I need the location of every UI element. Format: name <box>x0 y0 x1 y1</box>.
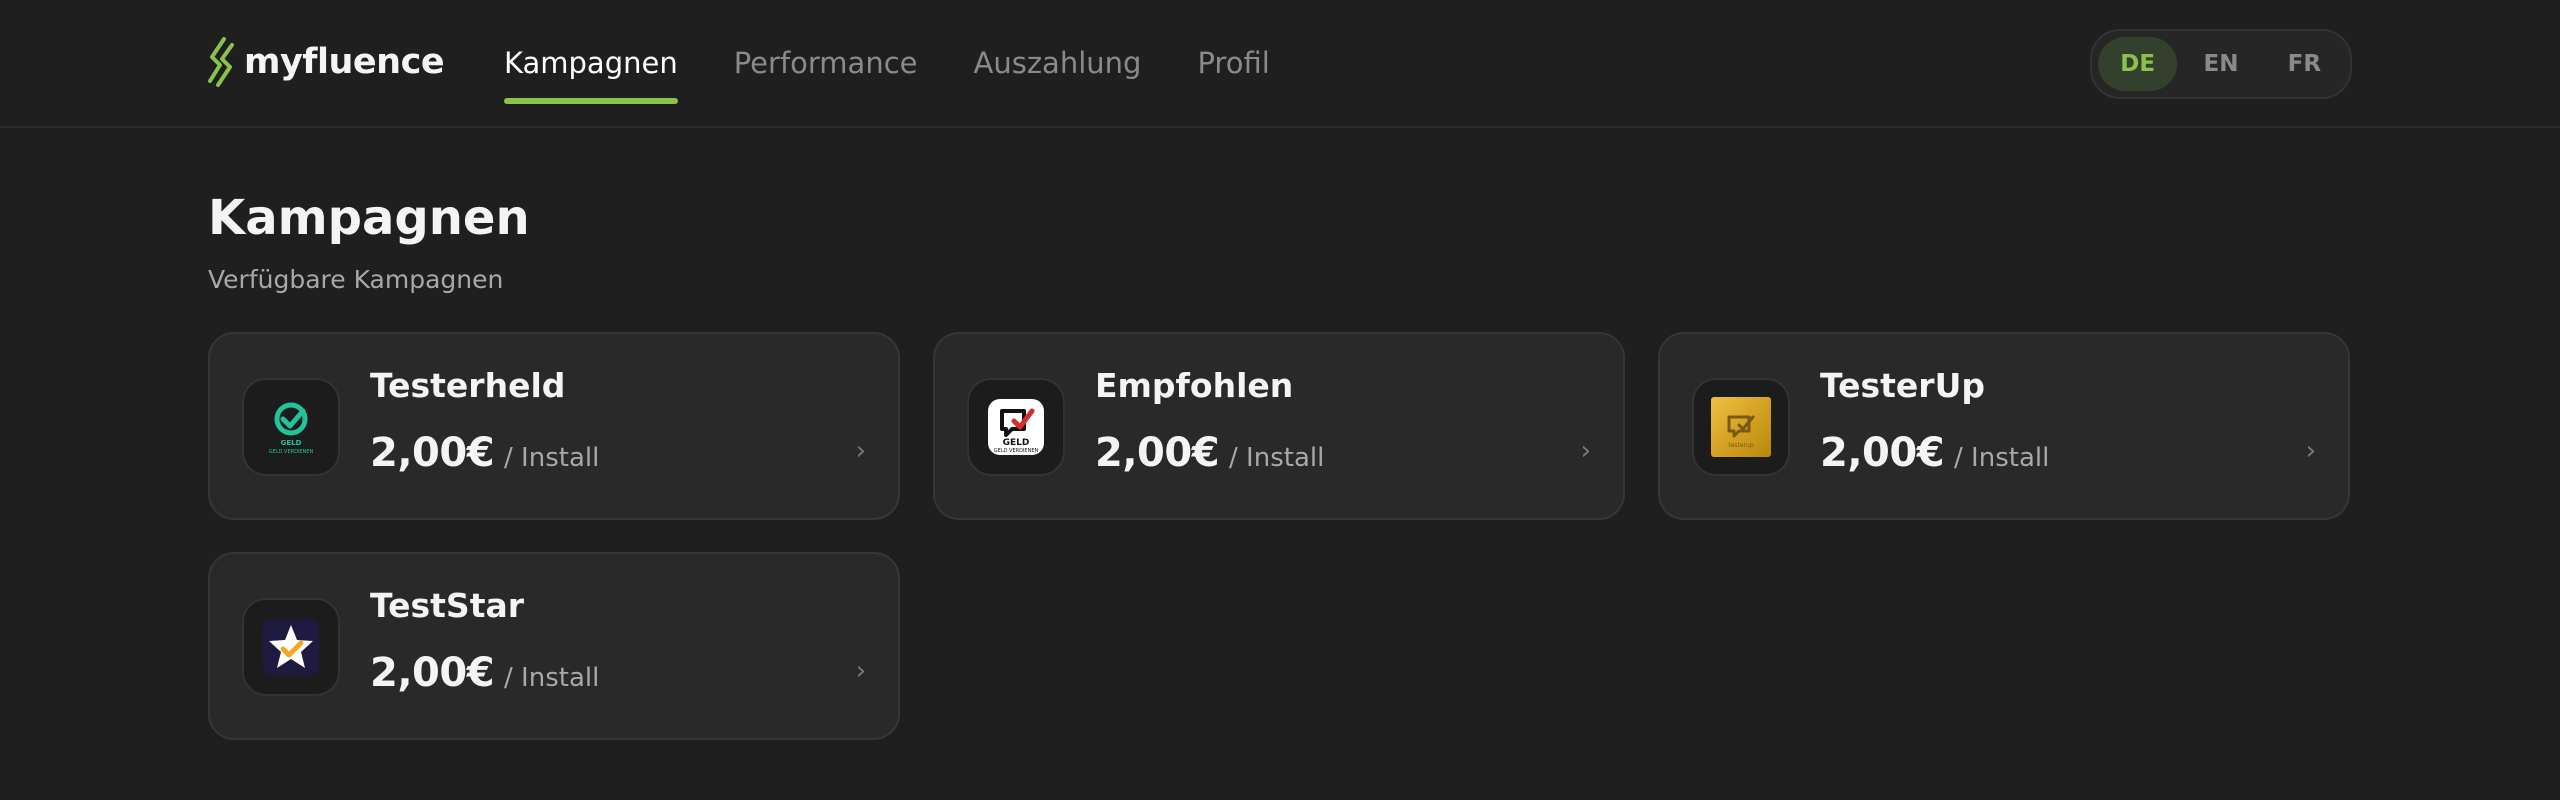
campaign-icon-box <box>242 598 340 696</box>
svg-text:GELD: GELD <box>1003 438 1030 448</box>
campaign-price: 2,00€ <box>370 430 495 476</box>
language-de-button[interactable]: DE <box>2098 37 2178 91</box>
campaign-name: TesterUp <box>1820 366 1985 405</box>
svg-text:GELD VERDIENEN: GELD VERDIENEN <box>994 448 1039 454</box>
chevron-right-icon: › <box>1580 436 1591 466</box>
campaign-icon-box: GELD GELD VERDIENEN <box>967 378 1065 476</box>
testerheld-logo-icon: GELD GELD VERDIENEN <box>269 402 314 455</box>
campaign-card-testerheld[interactable]: GELD GELD VERDIENEN Testerheld 2,00€ / I… <box>208 332 900 520</box>
campaign-price-row: 2,00€ / Install <box>1820 430 2049 476</box>
campaign-price-unit: / Install <box>1229 443 1325 473</box>
language-fr-button[interactable]: FR <box>2265 37 2344 91</box>
chevron-right-icon: › <box>2305 436 2316 466</box>
campaign-price: 2,00€ <box>1820 430 1945 476</box>
campaign-name: Testerheld <box>370 366 566 405</box>
language-en-button[interactable]: EN <box>2181 37 2260 91</box>
campaign-price: 2,00€ <box>370 650 495 696</box>
campaign-card-empfohlen[interactable]: GELD GELD VERDIENEN Empfohlen 2,00€ / In… <box>933 332 1625 520</box>
nav-tab-performance[interactable]: Performance <box>734 42 918 106</box>
top-bar: myfluence Kampagnen Performance Auszahlu… <box>0 0 2560 128</box>
page-title: Kampagnen <box>208 190 530 246</box>
testerup-logo-icon: testerup <box>1711 397 1771 457</box>
main-nav: Kampagnen Performance Auszahlung Profil <box>504 42 1270 106</box>
empfohlen-logo-icon: GELD GELD VERDIENEN <box>988 399 1044 455</box>
language-switcher: DE EN FR <box>2090 29 2352 99</box>
chevron-right-icon: › <box>855 436 866 466</box>
campaign-price: 2,00€ <box>1095 430 1220 476</box>
brand-name: myfluence <box>244 42 445 82</box>
campaign-name: Empfohlen <box>1095 366 1294 405</box>
campaign-icon-box: testerup <box>1692 378 1790 476</box>
teststar-logo-icon <box>263 619 319 675</box>
svg-text:GELD VERDIENEN: GELD VERDIENEN <box>269 449 314 455</box>
campaign-icon-box: GELD GELD VERDIENEN <box>242 378 340 476</box>
campaign-price-unit: / Install <box>1954 443 2050 473</box>
brand-logo[interactable]: myfluence <box>206 34 445 90</box>
campaign-price-unit: / Install <box>504 443 600 473</box>
myfluence-leaf-icon <box>208 37 234 87</box>
campaign-card-testerup[interactable]: testerup TesterUp 2,00€ / Install › <box>1658 332 2350 520</box>
campaign-price-row: 2,00€ / Install <box>370 650 599 696</box>
nav-tab-auszahlung[interactable]: Auszahlung <box>974 42 1142 106</box>
campaign-name: TestStar <box>370 586 525 625</box>
svg-text:testerup: testerup <box>1728 442 1753 449</box>
nav-tab-profil[interactable]: Profil <box>1197 42 1269 106</box>
page-subtitle: Verfügbare Kampagnen <box>208 265 504 294</box>
campaign-price-unit: / Install <box>504 663 600 693</box>
chevron-right-icon: › <box>855 656 866 686</box>
nav-tab-kampagnen[interactable]: Kampagnen <box>504 42 678 106</box>
svg-text:GELD: GELD <box>281 439 302 447</box>
campaign-price-row: 2,00€ / Install <box>370 430 599 476</box>
campaign-price-row: 2,00€ / Install <box>1095 430 1324 476</box>
campaign-card-teststar[interactable]: TestStar 2,00€ / Install › <box>208 552 900 740</box>
